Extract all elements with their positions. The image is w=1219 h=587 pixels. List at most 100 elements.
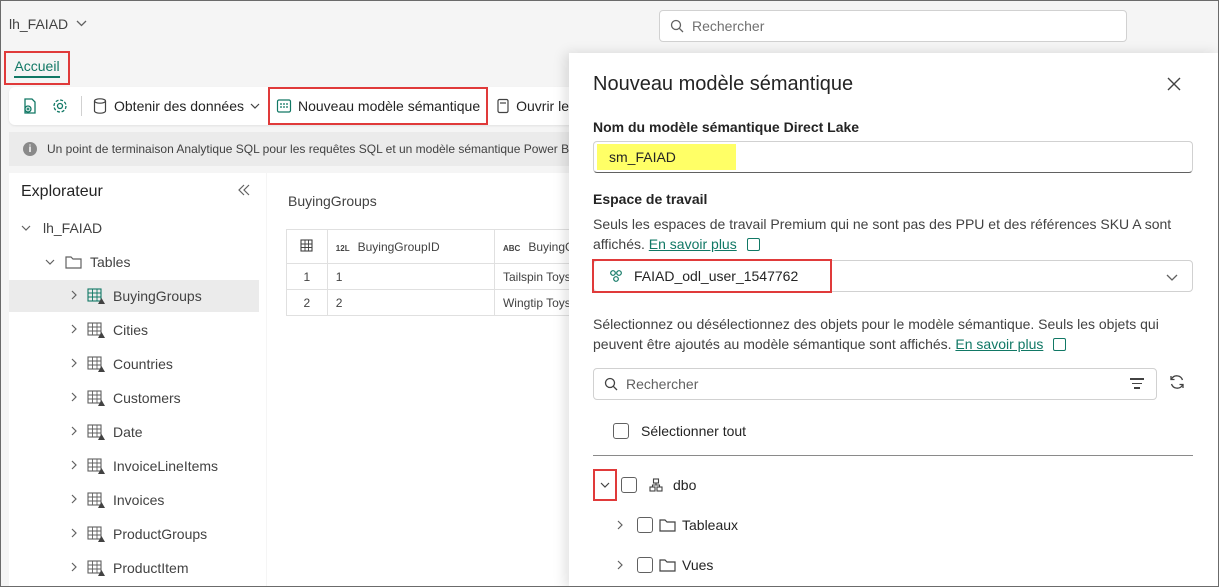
tree-item-table[interactable]: Cities: [9, 314, 259, 346]
tree-item-table[interactable]: InvoiceLineItems: [9, 450, 259, 482]
chevron-right-icon: [67, 426, 81, 439]
notebook-icon: [497, 98, 509, 114]
preview-grid: 12L BuyingGroupID ABC BuyingG 1 1 Tailspin…: [286, 229, 578, 316]
select-all-checkbox[interactable]: [613, 423, 629, 439]
get-data-button[interactable]: Obtenir des données: [92, 97, 260, 115]
chevron-right-icon: [67, 392, 81, 405]
chevron-right-icon: [617, 520, 623, 530]
search-icon: [670, 19, 684, 33]
tree-item-table[interactable]: ProductGroups: [9, 518, 259, 550]
tree-item-label: Invoices: [113, 492, 165, 508]
global-search-input[interactable]: Rechercher: [659, 10, 1127, 42]
model-name-label: Nom du modèle sémantique Direct Lake: [593, 119, 860, 135]
tree-item-table[interactable]: ProductItem: [9, 552, 259, 584]
grid-header-row: 12L BuyingGroupID ABC BuyingG: [286, 229, 578, 264]
close-icon[interactable]: [1167, 73, 1181, 95]
column-header[interactable]: ABC BuyingG: [493, 229, 578, 264]
views-node-label: Vues: [682, 557, 714, 573]
objects-search-input[interactable]: Rechercher: [593, 368, 1157, 400]
settings-gear-icon[interactable]: [49, 95, 71, 117]
table-grid-icon: [300, 238, 313, 252]
chevron-right-icon: [67, 290, 81, 303]
chevron-down-icon: [43, 256, 57, 268]
tables-node-row[interactable]: Tableaux: [617, 517, 738, 533]
table-cell[interactable]: Wingtip Toys: [493, 289, 578, 316]
new-semantic-model-button[interactable]: Nouveau modèle sémantique: [267, 87, 489, 125]
tree-item-tables-folder[interactable]: Tables: [9, 246, 259, 278]
views-node-row[interactable]: Vues: [617, 557, 713, 573]
search-icon: [604, 377, 618, 391]
learn-more-link[interactable]: En savoir plus: [649, 236, 737, 252]
chevron-down-icon: [250, 103, 260, 109]
tree-item-table[interactable]: Countries: [9, 348, 259, 380]
schema-row-dbo[interactable]: dbo: [621, 477, 696, 493]
open-in-button[interactable]: Ouvrir le: [496, 98, 569, 114]
tree-item-table[interactable]: Customers: [9, 382, 259, 414]
tree-item-label: Countries: [113, 356, 173, 372]
workspace-icon: [610, 270, 622, 282]
tree-item-lakehouse[interactable]: lh_FAIAD: [9, 212, 259, 244]
table-cell[interactable]: 2: [326, 289, 495, 316]
tree-item-label: lh_FAIAD: [43, 220, 103, 236]
get-data-label: Obtenir des données: [114, 98, 244, 114]
workspace-switcher[interactable]: lh_FAIAD: [9, 16, 87, 32]
chevron-right-icon: [67, 324, 81, 337]
table-row: 1 1 Tailspin Toys: [286, 263, 578, 290]
table-icon: [87, 559, 105, 577]
new-item-icon[interactable]: [19, 95, 41, 117]
table-row: 2 2 Wingtip Toys: [286, 289, 578, 316]
table-icon: [87, 457, 105, 475]
search-placeholder: Rechercher: [626, 376, 699, 392]
select-all-label: Sélectionner tout: [641, 423, 747, 439]
filter-icon[interactable]: [1130, 378, 1144, 392]
views-checkbox[interactable]: [637, 557, 653, 573]
workspace-name: lh_FAIAD: [9, 16, 69, 32]
chevron-down-icon: [600, 482, 610, 488]
table-cell[interactable]: 1: [326, 263, 495, 290]
table-icon: [87, 423, 105, 441]
tree-item-table[interactable]: BuyingGroups: [9, 280, 259, 312]
model-name-field[interactable]: sm_FAIAD: [593, 141, 1193, 173]
tables-checkbox[interactable]: [637, 517, 653, 533]
tree-item-table[interactable]: Invoices: [9, 484, 259, 516]
explorer-title: Explorateur: [21, 183, 103, 200]
folder-icon: [659, 519, 676, 532]
ribbon-toolbar: Obtenir des données Nouveau modèle séman…: [9, 87, 609, 125]
top-bar: lh_FAIAD Rechercher: [1, 1, 1218, 51]
model-name-value: sm_FAIAD: [597, 144, 736, 170]
select-all-row[interactable]: Sélectionner tout: [613, 423, 746, 439]
learn-more-link[interactable]: En savoir plus: [955, 336, 1043, 352]
column-header[interactable]: 12L BuyingGroupID: [326, 229, 495, 264]
chevron-right-icon: [617, 560, 623, 570]
column-header-label: BuyingGroupID: [357, 239, 440, 254]
app-window: lh_FAIAD Rechercher Accueil Obtenir des …: [0, 0, 1219, 587]
table-icon: [87, 525, 105, 543]
divider: [593, 455, 1193, 456]
workspace-note-line2: affichés. En savoir plus: [593, 234, 760, 255]
expand-dbo-toggle[interactable]: [593, 469, 617, 501]
tree-item-label: Tables: [90, 254, 131, 270]
table-preview: BuyingGroups 12L BuyingGroupID ABC BuyingG…: [267, 173, 578, 586]
table-icon: [87, 491, 105, 509]
chevron-right-icon: [67, 562, 81, 575]
tree-item-label: Customers: [113, 390, 181, 406]
search-placeholder: Rechercher: [692, 18, 765, 34]
tab-home[interactable]: Accueil: [4, 51, 70, 85]
info-icon: i: [23, 142, 37, 156]
folder-icon: [65, 255, 82, 269]
workspace-note-end: affichés.: [593, 236, 645, 252]
objects-note-line2: peuvent être ajoutés au modèle sémantiqu…: [593, 334, 1067, 355]
workspace-selected: FAIAD_odl_user_1547762: [592, 259, 832, 293]
chevron-down-icon: [1166, 268, 1178, 284]
chevron-right-icon: [67, 528, 81, 541]
schema-checkbox[interactable]: [621, 477, 637, 493]
refresh-icon[interactable]: [1168, 373, 1186, 396]
collapse-pane-icon[interactable]: [237, 183, 251, 201]
tree-item-table[interactable]: Date: [9, 416, 259, 448]
workspace-select[interactable]: FAIAD_odl_user_1547762: [592, 259, 1193, 293]
chevron-down-icon: [76, 18, 87, 30]
chevron-right-icon: [67, 494, 81, 507]
schema-label: dbo: [673, 477, 697, 493]
table-cell[interactable]: Tailspin Toys: [493, 263, 578, 290]
column-type-icon: ABC: [502, 243, 521, 253]
